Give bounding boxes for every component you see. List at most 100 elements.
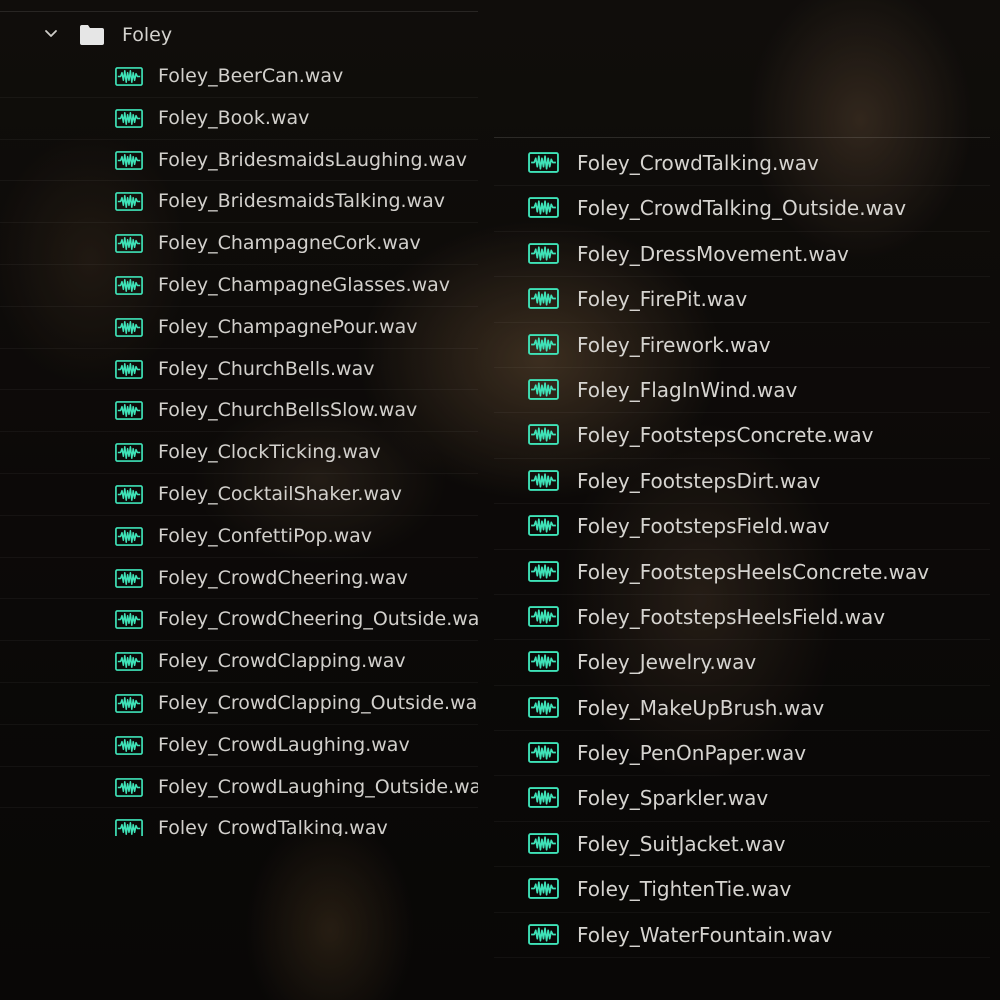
- file-list-item[interactable]: Foley_CocktailShaker.wav: [0, 474, 478, 516]
- file-list-item[interactable]: Foley_FootstepsDirt.wav: [494, 459, 990, 505]
- file-list-item[interactable]: Foley_ConfettiPop.wav: [0, 516, 478, 558]
- file-list-item[interactable]: Foley_ChampagneCork.wav: [0, 223, 478, 265]
- folder-row[interactable]: Foley: [0, 14, 478, 56]
- file-list-item[interactable]: Foley_CrowdClapping.wav: [0, 641, 478, 683]
- audio-waveform-icon: [528, 742, 559, 763]
- audio-waveform-icon: [528, 560, 559, 582]
- audio-waveform-icon: [528, 288, 559, 310]
- file-list-item[interactable]: Foley_SuitJacket.wav: [494, 822, 990, 868]
- panel-divider: [0, 11, 478, 12]
- file-list-item[interactable]: Foley_ClockTicking.wav: [0, 432, 478, 474]
- file-name: Foley_TightenTie.wav: [577, 877, 792, 902]
- file-name: Foley_ConfettiPop.wav: [158, 524, 373, 547]
- audio-waveform-icon: [528, 923, 559, 945]
- audio-waveform-icon: [528, 515, 559, 537]
- file-name: Foley_CrowdLaughing_Outside.wav: [158, 775, 478, 798]
- audio-waveform-icon: [528, 878, 559, 900]
- file-list-item[interactable]: Foley_FootstepsConcrete.wav: [494, 413, 990, 459]
- audio-waveform-icon: [528, 424, 559, 446]
- file-list-item[interactable]: Foley_ChampagneGlasses.wav: [0, 265, 478, 307]
- file-name: Foley_WaterFountain.wav: [577, 922, 833, 947]
- file-list-item[interactable]: Foley_Firework.wav: [494, 323, 990, 368]
- file-name: Foley_CrowdClapping_Outside.wav: [158, 691, 478, 714]
- audio-waveform-icon: [115, 735, 143, 755]
- file-list-item[interactable]: Foley_CrowdCheering_Outside.wav: [0, 599, 478, 642]
- audio-waveform-icon: [115, 443, 143, 463]
- file-name: Foley_ChurchBells.wav: [158, 357, 375, 380]
- audio-waveform-icon: [115, 694, 143, 713]
- audio-waveform-icon: [115, 150, 143, 170]
- project-panel-left: Foley Foley_BeerCan.wav Foley_Book.wav Fol…: [0, 0, 478, 836]
- folder-name: Foley: [122, 24, 173, 46]
- file-list-item[interactable]: Foley_Jewelry.wav: [494, 640, 990, 686]
- file-name: Foley_BridesmaidsTalking.wav: [158, 190, 445, 213]
- file-list-item[interactable]: Foley_CrowdTalking_Outside.wav: [494, 186, 990, 232]
- file-list-item[interactable]: Foley_BridesmaidsLaughing.wav: [0, 140, 478, 182]
- chevron-down-icon[interactable]: [43, 26, 59, 42]
- audio-waveform-icon: [115, 485, 143, 504]
- project-panel-right: Foley_CrowdTalking.wav Foley_CrowdTalking…: [494, 137, 990, 959]
- audio-waveform-icon: [115, 317, 143, 337]
- file-name: Foley_ChampagneCork.wav: [158, 232, 421, 255]
- file-name: Foley_FootstepsHeelsField.wav: [577, 604, 886, 629]
- audio-waveform-icon: [115, 526, 143, 546]
- audio-waveform-icon: [115, 67, 143, 86]
- file-name: Foley_FootstepsDirt.wav: [577, 468, 821, 493]
- file-list-item[interactable]: Foley_DressMovement.wav: [494, 232, 990, 278]
- audio-waveform-icon: [115, 192, 143, 212]
- audio-waveform-icon: [528, 242, 559, 264]
- file-name: Foley_BridesmaidsLaughing.wav: [158, 148, 467, 171]
- file-list-item[interactable]: Foley_FlagInWind.wav: [494, 368, 990, 414]
- audio-waveform-icon: [115, 108, 143, 128]
- file-list-item[interactable]: Foley_WaterFountain.wav: [494, 913, 990, 959]
- file-name: Foley_Firework.wav: [577, 332, 771, 357]
- file-name: Foley_ClockTicking.wav: [158, 441, 381, 464]
- file-name: Foley_CrowdCheering_Outside.wav: [158, 608, 478, 631]
- file-list-item[interactable]: Foley_CrowdLaughing.wav: [0, 725, 478, 767]
- file-list-item[interactable]: Foley_Book.wav: [0, 98, 478, 140]
- file-name: Foley_MakeUpBrush.wav: [577, 695, 825, 720]
- file-name: Foley_FootstepsConcrete.wav: [577, 423, 874, 448]
- file-name: Foley_CrowdTalking.wav: [577, 151, 819, 175]
- file-list-item[interactable]: Foley_Sparkler.wav: [494, 776, 990, 822]
- file-name: Foley_CrowdTalking.wav: [158, 817, 388, 836]
- file-name: Foley_DressMovement.wav: [577, 241, 849, 266]
- file-list-item[interactable]: Foley_ChurchBells.wav: [0, 349, 478, 391]
- audio-waveform-icon: [115, 652, 143, 672]
- file-name: Foley_PenOnPaper.wav: [577, 741, 807, 766]
- file-name: Foley_FirePit.wav: [577, 287, 748, 312]
- file-list-item[interactable]: Foley_MakeUpBrush.wav: [494, 686, 990, 732]
- file-list-item[interactable]: Foley_CrowdLaughing_Outside.wav: [0, 767, 478, 809]
- audio-waveform-icon: [528, 197, 559, 219]
- file-name: Foley_ChampagnePour.wav: [158, 315, 418, 338]
- file-list-item[interactable]: Foley_ChampagnePour.wav: [0, 307, 478, 349]
- audio-waveform-icon: [528, 606, 559, 627]
- file-list-item[interactable]: Foley_TightenTie.wav: [494, 867, 990, 913]
- file-name: Foley_FlagInWind.wav: [577, 377, 798, 402]
- file-list-item[interactable]: Foley_BridesmaidsTalking.wav: [0, 181, 478, 224]
- file-list-item[interactable]: Foley_FootstepsHeelsConcrete.wav: [494, 550, 990, 595]
- file-list-item[interactable]: Foley_FootstepsField.wav: [494, 504, 990, 550]
- file-name: Foley_Jewelry.wav: [577, 650, 757, 675]
- file-name: Foley_ChampagneGlasses.wav: [158, 273, 451, 296]
- file-name: Foley_Book.wav: [158, 106, 310, 129]
- audio-waveform-icon: [528, 333, 559, 355]
- audio-waveform-icon: [115, 276, 143, 295]
- audio-waveform-icon: [528, 696, 559, 718]
- file-list-item[interactable]: Foley_FirePit.wav: [494, 277, 990, 323]
- file-list-item[interactable]: Foley_BeerCan.wav: [0, 56, 478, 98]
- file-list-item[interactable]: Foley_CrowdTalking.wav: [494, 141, 990, 187]
- file-list-item[interactable]: Foley_CrowdTalking.wav: [0, 808, 478, 836]
- file-name: Foley_CrowdLaughing.wav: [158, 733, 410, 756]
- file-name: Foley_SuitJacket.wav: [577, 831, 786, 856]
- file-list-item[interactable]: Foley_ChurchBellsSlow.wav: [0, 390, 478, 433]
- file-list-item[interactable]: Foley_CrowdClapping_Outside.wav: [0, 683, 478, 725]
- file-list-item[interactable]: Foley_CrowdCheering.wav: [0, 558, 478, 600]
- file-name: Foley_CrowdTalking_Outside.wav: [577, 196, 907, 221]
- audio-waveform-icon: [528, 832, 559, 854]
- file-list-item[interactable]: Foley_PenOnPaper.wav: [494, 731, 990, 777]
- audio-waveform-icon: [115, 819, 143, 836]
- audio-waveform-icon: [115, 777, 143, 797]
- audio-waveform-icon: [528, 651, 559, 673]
- file-list-item[interactable]: Foley_FootstepsHeelsField.wav: [494, 595, 990, 641]
